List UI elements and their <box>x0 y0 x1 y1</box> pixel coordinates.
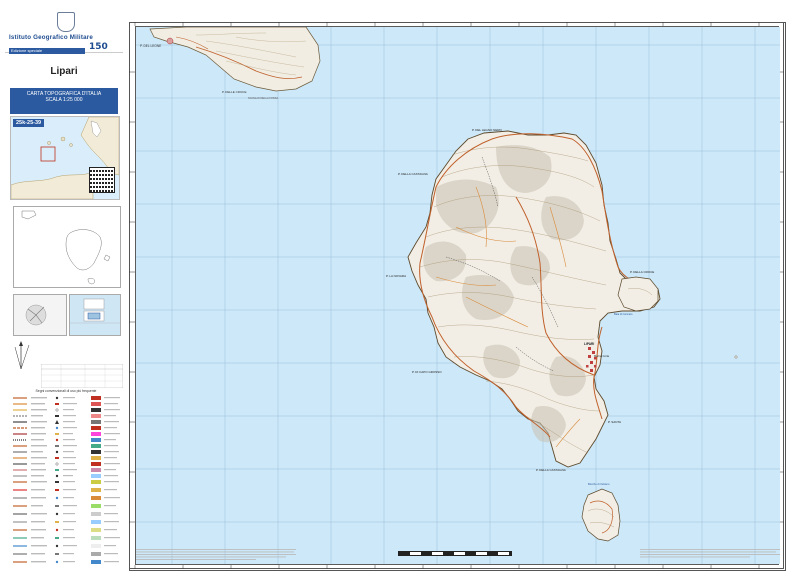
svg-text:SCOGLIO DELLA FOSSA: SCOGLIO DELLA FOSSA <box>248 96 278 100</box>
legend-symbols <box>11 394 123 572</box>
svg-text:P. DELLA CASTAGNA: P. DELLA CASTAGNA <box>398 172 428 176</box>
south-islet: Bocche di Vulcano <box>581 482 621 542</box>
footer-notes-left <box>136 548 296 564</box>
republic-emblem-icon <box>57 12 75 32</box>
svg-text:P. SANTA: P. SANTA <box>608 420 621 424</box>
map-canvas[interactable]: P. DEL LEONE P. DELLE CROCE SCOGLIO DELL… <box>136 27 780 564</box>
publisher-header: Istituto Geografico Militare Edizione sp… <box>5 6 123 54</box>
sheet-outline-marker <box>40 146 56 162</box>
carta-title-box: CARTA TOPOGRAFICA D'ITALIA SCALA 1:25 00… <box>10 88 118 114</box>
svg-text:LIPARI: LIPARI <box>584 342 594 346</box>
svg-text:P. DELLA CASTAGNA: P. DELLA CASTAGNA <box>536 468 566 472</box>
svg-text:Marina Corta: Marina Corta <box>594 354 610 358</box>
main-island-lipari: P. DEL LEGNO NERO P. DELLA CASTAGNA P. D… <box>386 128 661 472</box>
anniversary-logo-icon: 150 <box>89 42 108 52</box>
svg-text:P. DEL LEGNO NERO: P. DEL LEGNO NERO <box>472 128 503 132</box>
sheet-title: Lipari <box>50 66 78 77</box>
edition-label: Edizione speciale <box>11 48 43 53</box>
legend-symbols-graphic <box>13 396 120 564</box>
northwest-island: P. DEL LEONE P. DELLE CROCE SCOGLIO DELL… <box>140 27 321 100</box>
scale-bar <box>398 551 512 556</box>
qr-code-icon <box>89 167 115 193</box>
declination-diagram <box>13 294 67 336</box>
map-sidebar: Istituto Geografico Militare Edizione sp… <box>5 6 123 576</box>
svg-text:P. DELLE CROCE: P. DELLE CROCE <box>222 90 246 94</box>
footer-notes-right <box>640 548 780 564</box>
topographic-map: P. DEL LEONE P. DELLE CROCE SCOGLIO DELL… <box>136 27 780 564</box>
carta-scale: SCALA 1:25 000 <box>45 97 83 103</box>
svg-text:Bocche di Vulcano: Bocche di Vulcano <box>588 482 610 486</box>
island-outline-inset <box>13 206 121 288</box>
publisher-name: Istituto Geografico Militare <box>9 34 93 41</box>
svg-text:Baia di Canneto: Baia di Canneto <box>614 312 633 316</box>
svg-text:P. DI CAPO GROSSO: P. DI CAPO GROSSO <box>412 370 442 374</box>
sheet-code-badge: 25k-25-39 <box>13 119 45 127</box>
svg-text:P. LA NOVARA: P. LA NOVARA <box>386 274 406 278</box>
svg-text:P. DEL LEONE: P. DEL LEONE <box>140 44 161 48</box>
sheet-index-diagram <box>69 294 121 336</box>
coordinate-table <box>41 364 123 388</box>
legend-title: Segni convenzionali di uso più frequente <box>35 389 97 393</box>
svg-text:P. DELLA CROCE: P. DELLA CROCE <box>630 270 654 274</box>
locator-map: 25k-25-39 <box>10 116 120 200</box>
